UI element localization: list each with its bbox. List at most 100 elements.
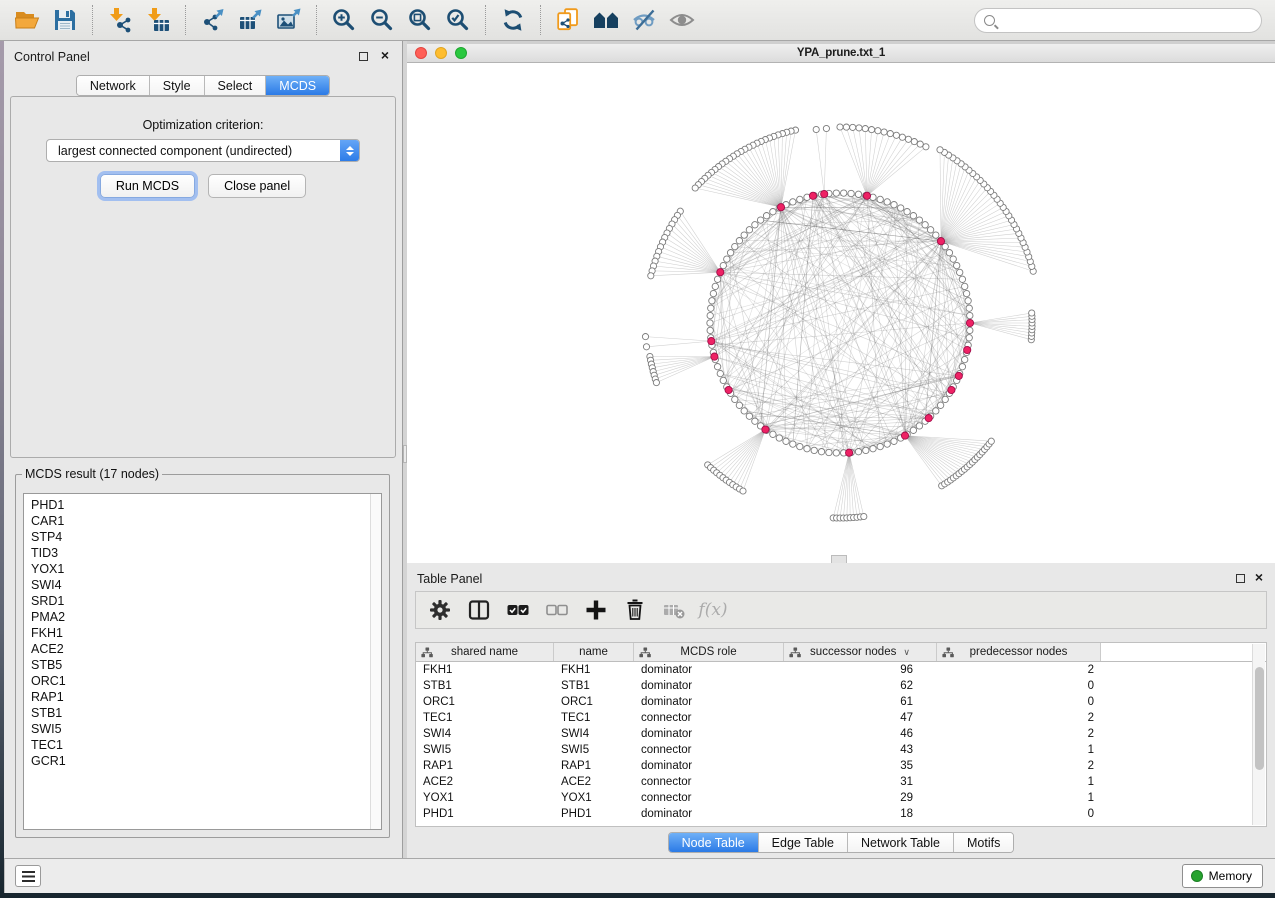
network-window-titlebar[interactable]: YPA_prune.txt_1 [407, 44, 1275, 63]
table-cell[interactable]: TEC1 [554, 710, 634, 726]
float-table-panel-icon[interactable] [1236, 574, 1245, 583]
tab-style[interactable]: Style [150, 76, 205, 95]
window-minimize-button[interactable] [435, 47, 447, 59]
search-box[interactable] [974, 8, 1262, 33]
table-cell[interactable]: 96 [784, 662, 937, 678]
network-canvas[interactable] [407, 63, 1275, 563]
clone-network-button[interactable] [549, 2, 587, 38]
table-cell[interactable]: YOX1 [416, 790, 554, 806]
mcds-result-item[interactable]: TEC1 [24, 737, 381, 753]
sort-chevron-icon[interactable]: ∨ [903, 647, 910, 658]
table-tab-network-table[interactable]: Network Table [848, 833, 954, 852]
table-cell[interactable]: SWI4 [416, 726, 554, 742]
table-cell[interactable]: ACE2 [554, 774, 634, 790]
table-row[interactable]: FKH1FKH1dominator962 [416, 662, 1266, 678]
table-cell[interactable]: dominator [634, 662, 784, 678]
zoom-in-button[interactable] [325, 2, 363, 38]
table-cell[interactable]: YOX1 [554, 790, 634, 806]
table-cell[interactable]: 2 [937, 662, 1101, 678]
table-cell[interactable]: PHD1 [554, 806, 634, 822]
network-graph[interactable] [407, 63, 1275, 563]
table-cell[interactable]: 29 [784, 790, 937, 806]
mcds-result-item[interactable]: TID3 [24, 545, 381, 561]
apply-layout-button[interactable] [494, 2, 532, 38]
mcds-result-item[interactable]: STB5 [24, 657, 381, 673]
table-cell[interactable]: dominator [634, 678, 784, 694]
table-cell[interactable]: FKH1 [554, 662, 634, 678]
close-table-panel-icon[interactable]: × [1255, 569, 1263, 585]
mcds-result-item[interactable]: CAR1 [24, 513, 381, 529]
table-cell[interactable]: 43 [784, 742, 937, 758]
table-row[interactable]: ACE2ACE2connector311 [416, 774, 1266, 790]
task-history-button[interactable] [15, 865, 41, 887]
close-panel-button[interactable]: Close panel [208, 174, 306, 198]
table-cell[interactable]: SWI4 [554, 726, 634, 742]
table-cell[interactable]: 46 [784, 726, 937, 742]
table-cell[interactable]: PHD1 [416, 806, 554, 822]
export-table-button[interactable] [232, 2, 270, 38]
table-cell[interactable]: 0 [937, 678, 1101, 694]
show-graphics-details-button[interactable] [663, 2, 701, 38]
import-network-button[interactable] [101, 2, 139, 38]
table-cell[interactable]: 62 [784, 678, 937, 694]
mcds-result-item[interactable]: FKH1 [24, 625, 381, 641]
import-table-button[interactable] [139, 2, 177, 38]
zoom-out-button[interactable] [363, 2, 401, 38]
mcds-result-item[interactable]: RAP1 [24, 689, 381, 705]
zoom-fit-button[interactable] [401, 2, 439, 38]
mcds-result-item[interactable]: ACE2 [24, 641, 381, 657]
criterion-dropdown[interactable]: largest connected component (undirected) [46, 139, 360, 162]
window-zoom-button[interactable] [455, 47, 467, 59]
delete-table-button[interactable] [658, 594, 690, 626]
table-cell[interactable]: 18 [784, 806, 937, 822]
run-mcds-button[interactable]: Run MCDS [100, 174, 195, 198]
mcds-result-item[interactable]: SRD1 [24, 593, 381, 609]
add-row-button[interactable] [580, 594, 612, 626]
table-cell[interactable]: 1 [937, 742, 1101, 758]
mcds-result-item[interactable]: SWI5 [24, 721, 381, 737]
table-cell[interactable]: ORC1 [416, 694, 554, 710]
mcds-result-item[interactable]: STB1 [24, 705, 381, 721]
first-neighbors-button[interactable] [587, 2, 625, 38]
table-cell[interactable]: connector [634, 790, 784, 806]
function-builder-button[interactable]: f(x) [697, 594, 729, 626]
mcds-result-item[interactable]: PMA2 [24, 609, 381, 625]
scrollbar-thumb[interactable] [1255, 667, 1264, 770]
table-tab-node-table[interactable]: Node Table [669, 833, 759, 852]
table-cell[interactable]: dominator [634, 758, 784, 774]
table-cell[interactable]: connector [634, 774, 784, 790]
open-session-button[interactable] [8, 2, 46, 38]
hide-graphics-details-button[interactable] [625, 2, 663, 38]
tab-select[interactable]: Select [205, 76, 267, 95]
table-cell[interactable]: dominator [634, 726, 784, 742]
table-cell[interactable]: STB1 [554, 678, 634, 694]
table-scrollbar[interactable] [1252, 644, 1265, 825]
mcds-result-item[interactable]: GCR1 [24, 753, 381, 769]
table-cell[interactable]: connector [634, 710, 784, 726]
table-cell[interactable]: 1 [937, 790, 1101, 806]
table-cell[interactable]: 61 [784, 694, 937, 710]
table-cell[interactable]: 0 [937, 806, 1101, 822]
search-input[interactable] [1001, 13, 1261, 29]
table-cell[interactable]: 2 [937, 758, 1101, 774]
table-cell[interactable]: 1 [937, 774, 1101, 790]
table-cell[interactable]: FKH1 [416, 662, 554, 678]
table-cell[interactable]: SWI5 [554, 742, 634, 758]
column-header-name[interactable]: name [554, 643, 634, 661]
table-cell[interactable]: connector [634, 742, 784, 758]
export-image-button[interactable] [270, 2, 308, 38]
table-cell[interactable]: SWI5 [416, 742, 554, 758]
show-columns-button[interactable] [463, 594, 495, 626]
mcds-result-item[interactable]: STP4 [24, 529, 381, 545]
deselect-all-rows-button[interactable] [541, 594, 573, 626]
result-scrollbar[interactable] [370, 494, 381, 829]
close-panel-icon[interactable]: × [381, 47, 389, 63]
table-cell[interactable]: 2 [937, 710, 1101, 726]
horizontal-splitter-handle[interactable] [831, 555, 847, 563]
save-session-button[interactable] [46, 2, 84, 38]
table-row[interactable]: ORC1ORC1dominator610 [416, 694, 1266, 710]
delete-rows-button[interactable] [619, 594, 651, 626]
zoom-selected-button[interactable] [439, 2, 477, 38]
table-row[interactable]: SWI5SWI5connector431 [416, 742, 1266, 758]
table-row[interactable]: PHD1PHD1dominator180 [416, 806, 1266, 822]
